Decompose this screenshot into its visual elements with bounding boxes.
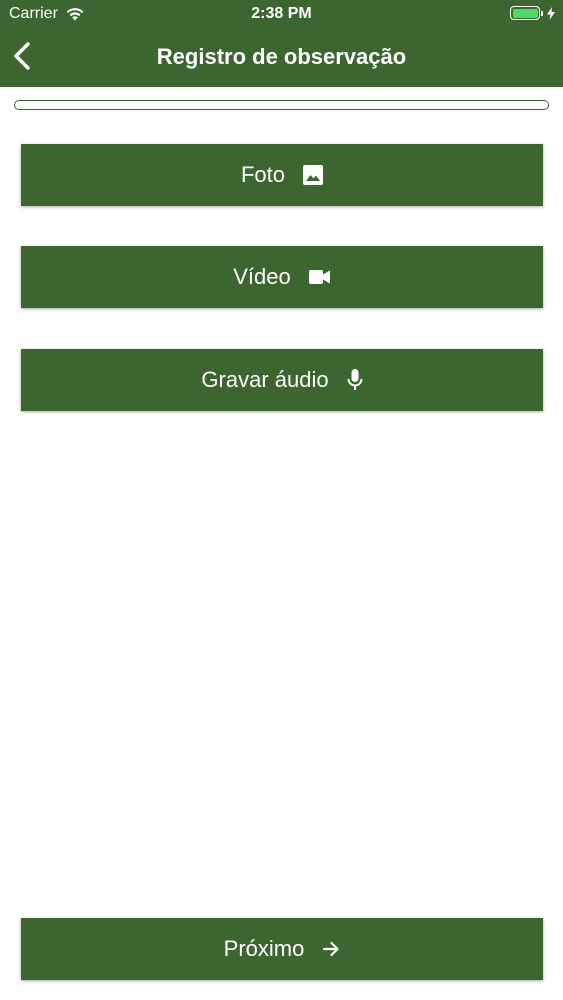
record-audio-button-label: Gravar áudio (201, 367, 329, 392)
status-bar: Carrier 2:38 PM (0, 0, 563, 30)
videocam-icon (308, 269, 331, 285)
record-audio-button[interactable]: Gravar áudio (21, 349, 543, 411)
app-header: Carrier 2:38 PM Registro de observação (0, 0, 563, 87)
status-time: 2:38 PM (251, 5, 312, 22)
progress-bar (14, 100, 549, 110)
video-button[interactable]: Vídeo (21, 246, 543, 308)
next-button-label: Próximo (223, 936, 305, 961)
battery-icon (510, 6, 540, 20)
battery-tip (541, 10, 543, 16)
battery-indicator (510, 6, 555, 20)
photo-button-label: Foto (240, 162, 286, 187)
page-title: Registro de observação (156, 44, 407, 69)
charging-bolt-icon (547, 6, 555, 20)
arrow-right-icon (322, 940, 340, 958)
next-button[interactable]: Próximo (21, 918, 543, 980)
video-button-label: Vídeo (233, 264, 291, 289)
image-icon (303, 165, 324, 185)
mic-icon (347, 369, 363, 391)
battery-level (512, 8, 538, 18)
photo-button[interactable]: Foto (21, 144, 543, 206)
